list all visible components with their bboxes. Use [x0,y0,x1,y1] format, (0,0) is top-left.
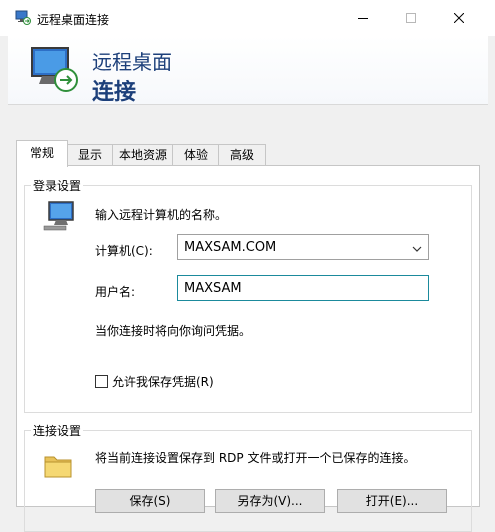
save-credentials-checkbox[interactable] [95,375,108,388]
save-button[interactable]: 保存(S) [95,489,205,513]
tab-strip: 常规 显示 本地资源 体验 高级 [16,140,476,167]
username-value: MAXSAM [184,281,242,296]
remote-desktop-icon [15,10,31,25]
connection-settings-group: 连接设置 将当前连接设置保存到 RDP 文件或打开一个已保存的连接。 [24,422,472,532]
save-credentials-label[interactable]: 允许我保存凭据(R) [112,373,214,390]
computer-icon [43,200,77,232]
login-settings-title: 登录设置 [31,177,84,194]
login-instruction: 输入远程计算机的名称。 [95,208,228,222]
tab-local-resources[interactable]: 本地资源 [112,144,174,166]
computer-value: MAXSAM.COM [184,240,277,255]
remote-desktop-icon [28,42,82,96]
credential-note: 当你连接时将向你询问凭据。 [95,324,252,338]
computer-label: 计算机(C): [95,244,153,258]
header-title-line1: 远程桌面 [92,50,172,74]
computer-combobox[interactable]: MAXSAM.COM [177,234,429,260]
window-title: 远程桌面连接 [37,13,110,27]
username-label: 用户名: [95,285,136,299]
tab-advanced[interactable]: 高级 [218,144,266,166]
title-bar: 远程桌面连接 [0,0,495,36]
login-settings-group: 登录设置 输入远程计算机的名称。 计算机(C): MAXSAM.COM 用户名:… [24,177,472,413]
open-button[interactable]: 打开(E)... [337,489,447,513]
header-banner: 远程桌面 连接 [8,36,488,105]
folder-icon [43,451,73,481]
close-icon [454,13,464,23]
save-as-button[interactable]: 另存为(V)... [215,489,325,513]
connection-description: 将当前连接设置保存到 RDP 文件或打开一个已保存的连接。 [95,451,416,465]
tab-display[interactable]: 显示 [66,144,114,166]
maximize-icon [406,13,416,23]
chevron-down-icon[interactable] [412,242,422,257]
close-button[interactable] [436,0,482,36]
maximize-button[interactable] [388,0,434,36]
minimize-button[interactable] [340,0,386,36]
username-field[interactable]: MAXSAM [177,275,429,301]
minimize-icon [358,18,368,19]
header-title-line2: 连接 [92,80,137,105]
tab-general[interactable]: 常规 [16,140,68,167]
save-credentials-row[interactable]: 允许我保存凭据(R) [95,373,214,390]
general-tab-panel: 登录设置 输入远程计算机的名称。 计算机(C): MAXSAM.COM 用户名:… [16,165,480,532]
connection-settings-title: 连接设置 [31,422,84,439]
tab-experience[interactable]: 体验 [172,144,220,166]
